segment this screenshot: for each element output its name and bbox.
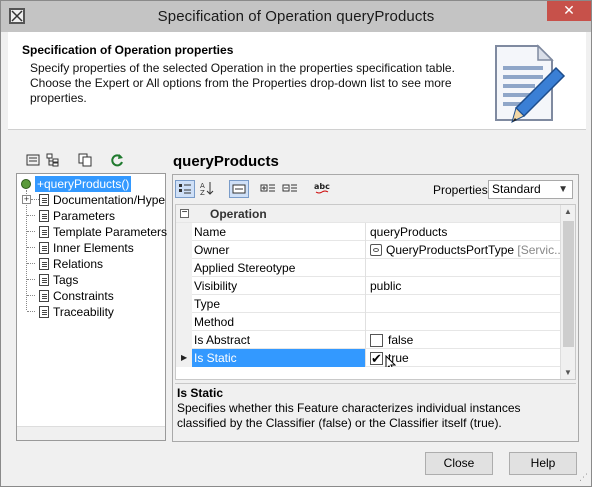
tree-item-traceability[interactable]: Traceability (39, 304, 114, 320)
copy-icon[interactable] (75, 151, 95, 169)
description-text: Specifies whether this Feature character… (177, 401, 521, 430)
description-title: Is Static (177, 386, 224, 400)
tree-item-relations[interactable]: Relations (39, 256, 103, 272)
show-description-icon[interactable] (229, 180, 249, 198)
current-row-marker-icon: ▶ (181, 353, 188, 362)
page-icon (39, 258, 49, 270)
property-row-visibility[interactable]: Visibility public (176, 277, 562, 295)
header-panel: Specification of Operation properties Sp… (8, 32, 586, 130)
collapse-group-icon[interactable]: − (180, 208, 189, 218)
tree-item-parameters[interactable]: Parameters (39, 208, 115, 224)
specification-dialog: Specification of Operation queryProducts… (0, 0, 592, 487)
refresh-icon[interactable] (107, 151, 127, 169)
collapse-all-icon[interactable] (281, 180, 301, 198)
page-icon (39, 290, 49, 302)
svg-text:abc: abc (314, 182, 330, 191)
tree-item-documentation[interactable]: Documentation/Hyperlinks (39, 192, 165, 208)
property-row-name[interactable]: Name queryProducts (176, 223, 562, 241)
tree-expand-toggle[interactable]: + (22, 195, 31, 204)
spell-check-icon[interactable]: abc (313, 180, 333, 198)
properties-dropdown[interactable]: Standard ▼ (488, 180, 573, 199)
element-name-title: queryProducts (173, 153, 279, 170)
document-edit-icon (486, 42, 566, 127)
page-icon (39, 194, 49, 206)
properties-panel: AZ abc Properties: Standard ▼ − Operatio… (172, 174, 579, 442)
tree-horizontal-scrollbar[interactable] (17, 426, 165, 440)
list-view-icon[interactable] (23, 151, 43, 169)
property-row-is-static[interactable]: ▶ Is Static true (176, 349, 562, 367)
tree-item-tags[interactable]: Tags (39, 272, 78, 288)
header-description: Specify properties of the selected Opera… (30, 61, 455, 105)
window-title: Specification of Operation queryProducts (157, 8, 435, 25)
scroll-up-icon[interactable]: ▲ (564, 207, 572, 216)
resize-grip-icon[interactable]: ⋰ (579, 472, 588, 483)
specification-tree: +queryProducts() + Documentation/Hyperli… (16, 173, 167, 441)
title-bar: Specification of Operation queryProducts… (1, 1, 591, 32)
page-icon (39, 306, 49, 318)
tree-item-template-parameters[interactable]: Template Parameters (39, 224, 167, 240)
property-row-type[interactable]: Type (176, 295, 562, 313)
properties-grid: − Operation Name queryProducts Owner Que… (175, 204, 576, 380)
page-icon (39, 242, 49, 254)
expand-all-icon[interactable] (259, 180, 279, 198)
tree-item-constraints[interactable]: Constraints (39, 288, 114, 304)
page-icon (39, 226, 49, 238)
is-abstract-checkbox[interactable] (370, 334, 383, 347)
group-row[interactable]: − Operation (176, 205, 562, 223)
header-title: Specification of Operation properties (22, 43, 234, 57)
close-button[interactable]: Close (425, 452, 493, 475)
window-close-button[interactable]: ✕ (547, 1, 591, 21)
categorized-view-icon[interactable] (175, 180, 195, 198)
chevron-down-icon: ▼ (558, 184, 568, 195)
grid-vertical-scrollbar[interactable]: ▲ ▼ (560, 205, 575, 379)
scrollbar-thumb[interactable] (563, 221, 574, 347)
property-row-applied-stereotype[interactable]: Applied Stereotype (176, 259, 562, 277)
property-row-method[interactable]: Method (176, 313, 562, 331)
property-description-panel: Is Static Specifies whether this Feature… (175, 383, 576, 439)
is-static-checkbox[interactable] (370, 350, 383, 367)
page-icon (39, 210, 49, 222)
tree-root[interactable]: +queryProducts() (21, 176, 132, 192)
port-type-icon (370, 244, 382, 256)
property-row-is-abstract[interactable]: Is Abstract false (176, 331, 562, 349)
mouse-cursor-icon (385, 355, 397, 367)
tree-item-inner-elements[interactable]: Inner Elements (39, 240, 134, 256)
tree-view-icon[interactable] (43, 151, 63, 169)
sort-alphabetical-icon[interactable]: AZ (197, 180, 217, 198)
tree-root-label: +queryProducts() (35, 176, 132, 192)
svg-text:Z: Z (200, 189, 205, 196)
operation-icon (21, 179, 31, 189)
properties-toolbar: AZ abc Properties: Standard ▼ (173, 175, 578, 203)
help-button[interactable]: Help (509, 452, 577, 475)
property-row-owner[interactable]: Owner QueryProductsPortType [Servic... (176, 241, 562, 259)
properties-label: Properties: (433, 183, 492, 197)
page-icon (39, 274, 49, 286)
scroll-down-icon[interactable]: ▼ (564, 368, 572, 377)
